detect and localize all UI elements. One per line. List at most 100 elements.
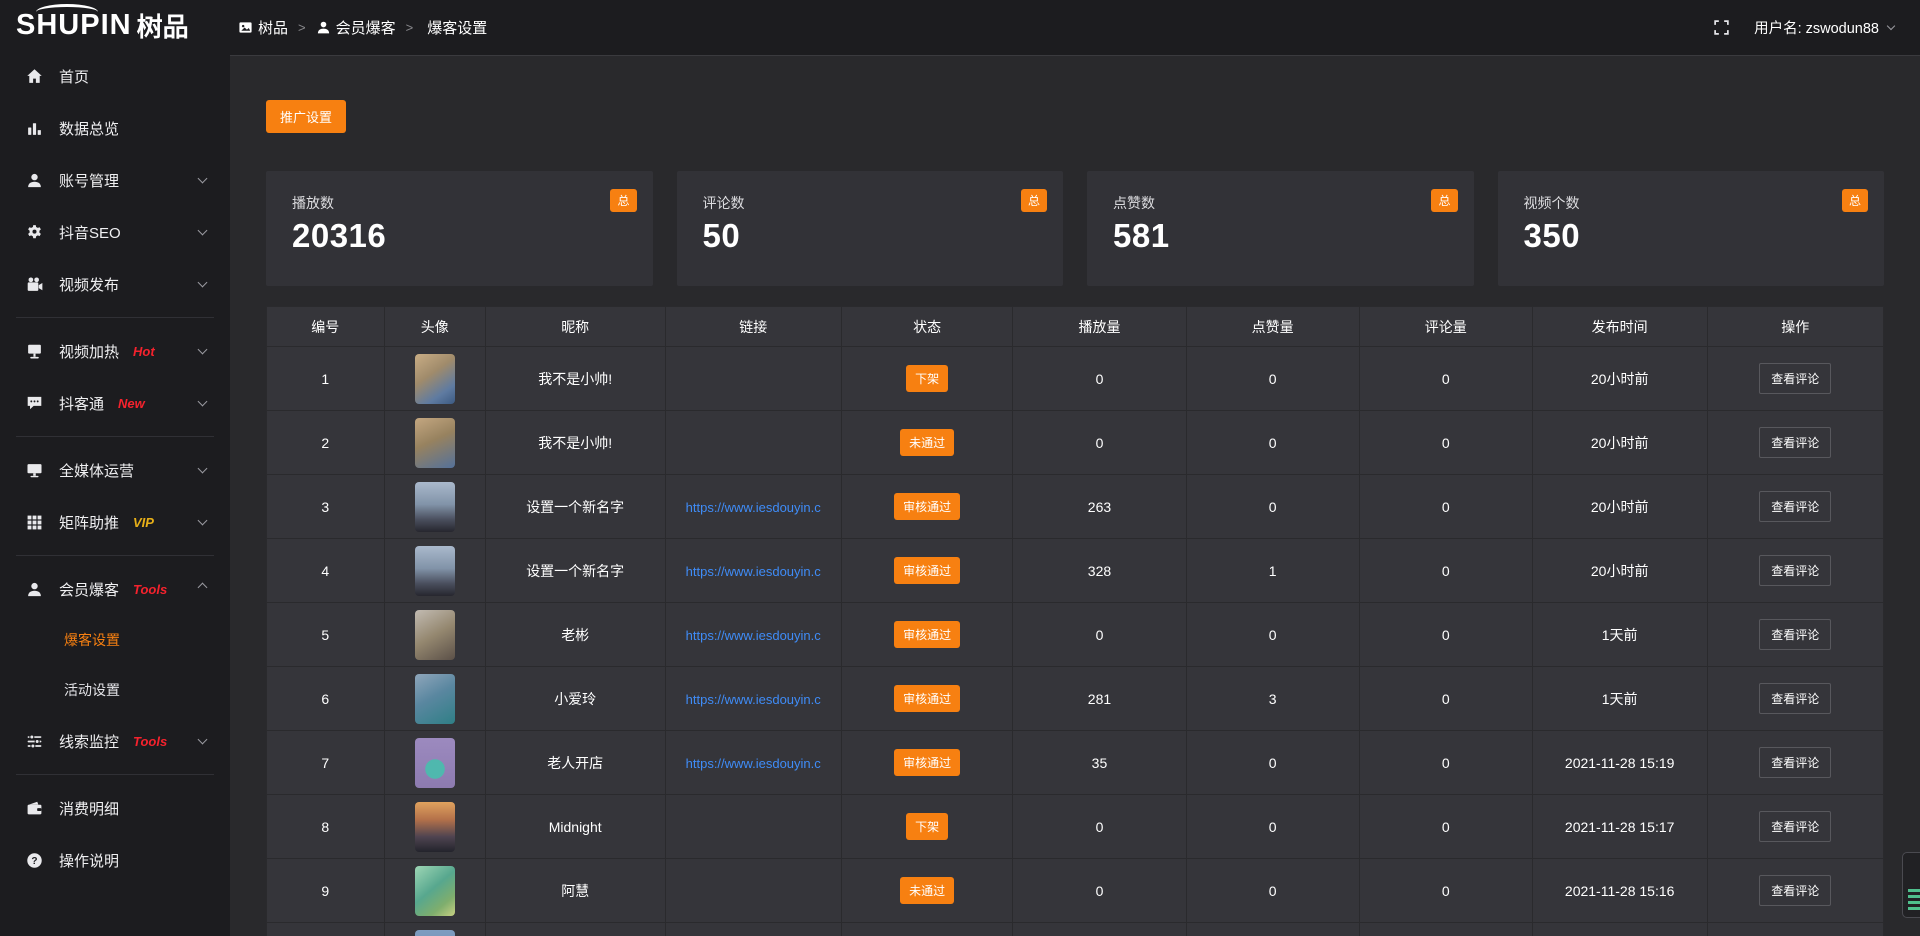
cell-publish-time: 20小时前 <box>1532 411 1707 475</box>
cell-nickname: 设置一个新名字 <box>485 475 665 539</box>
cell-plays: 0 <box>1013 603 1186 667</box>
sidebar-item-label: 线索监控 <box>59 731 119 752</box>
customer-service-widget[interactable] <box>1902 852 1920 918</box>
avatar <box>415 354 455 404</box>
table-row <box>267 923 1884 936</box>
sidebar-item-9[interactable]: 会员爆客Tools <box>0 563 230 615</box>
sidebar-subitem-9-1[interactable]: 活动设置 <box>0 665 230 715</box>
chevron-down-icon <box>198 226 208 236</box>
cell-likes <box>1186 923 1359 936</box>
cell-publish-time: 1天前 <box>1532 667 1707 731</box>
view-comments-button[interactable]: 查看评论 <box>1759 619 1831 650</box>
cell-plays: 35 <box>1013 731 1186 795</box>
col-header-link: 链接 <box>665 307 841 347</box>
cell-comments <box>1359 923 1532 936</box>
table-row: 5 老彬 https://www.iesdouyin.c 审核通过 0 0 0 … <box>267 603 1884 667</box>
breadcrumb-item-member-burst[interactable]: 会员爆客 <box>316 17 396 38</box>
cell-likes: 1 <box>1186 539 1359 603</box>
sidebar-subitem-9-0[interactable]: 爆客设置 <box>0 615 230 665</box>
view-comments-button[interactable]: 查看评论 <box>1759 875 1831 906</box>
view-comments-button[interactable]: 查看评论 <box>1759 363 1831 394</box>
status-badge: 未通过 <box>900 877 954 904</box>
topbar: 树品 > 会员爆客 > 爆客设置 用户名: zswodun88 <box>230 0 1920 56</box>
chart-icon <box>26 120 43 137</box>
cell-likes: 0 <box>1186 411 1359 475</box>
sidebar-item-0[interactable]: 首页 <box>0 50 230 102</box>
col-header-id: 编号 <box>267 307 385 347</box>
stat-card-plays: 播放数 20316 总 <box>266 171 653 286</box>
heat-board-icon <box>26 343 43 360</box>
sidebar-item-7[interactable]: 全媒体运营 <box>0 444 230 496</box>
cell-plays: 0 <box>1013 859 1186 923</box>
sidebar-item-1[interactable]: 数据总览 <box>0 102 230 154</box>
table-header-row: 编号 头像 昵称 链接 状态 播放量 点赞量 评论量 发布时间 操作 <box>267 307 1884 347</box>
view-comments-button[interactable]: 查看评论 <box>1759 747 1831 778</box>
username-label: 用户名: zswodun88 <box>1754 17 1879 38</box>
cell-likes: 3 <box>1186 667 1359 731</box>
cell-id: 4 <box>267 539 385 603</box>
video-link[interactable]: https://www.iesdouyin.c <box>686 692 821 707</box>
member-icon <box>26 581 43 598</box>
video-link[interactable]: https://www.iesdouyin.c <box>686 756 821 771</box>
total-badge: 总 <box>610 189 636 212</box>
cell-publish-time: 2021-11-28 15:19 <box>1532 731 1707 795</box>
chevron-down-icon <box>198 464 208 474</box>
sidebar-item-label: 消费明细 <box>59 798 119 819</box>
sidebar-item-label: 账号管理 <box>59 170 119 191</box>
breadcrumb-item-current: 爆客设置 <box>427 17 487 38</box>
cell-nickname <box>485 923 665 936</box>
status-badge: 未通过 <box>900 429 954 456</box>
stat-value: 350 <box>1524 217 1859 255</box>
stat-card-likes: 点赞数 581 总 <box>1087 171 1474 286</box>
stat-label: 评论数 <box>703 193 1038 213</box>
video-link[interactable]: https://www.iesdouyin.c <box>686 628 821 643</box>
chevron-down-icon <box>198 735 208 745</box>
status-badge: 审核通过 <box>894 621 960 648</box>
cell-comments: 0 <box>1359 731 1532 795</box>
view-comments-button[interactable]: 查看评论 <box>1759 427 1831 458</box>
sidebar-item-12[interactable]: ? 操作说明 <box>0 834 230 886</box>
cell-id: 3 <box>267 475 385 539</box>
data-table: 编号 头像 昵称 链接 状态 播放量 点赞量 评论量 发布时间 操作 1 我不是… <box>266 306 1884 936</box>
stat-cards: 播放数 20316 总 评论数 50 总 点赞数 581 总 视频个数 350 … <box>266 171 1884 286</box>
avatar <box>415 802 455 852</box>
sidebar-item-5[interactable]: 视频加热Hot <box>0 325 230 377</box>
view-comments-button[interactable]: 查看评论 <box>1759 683 1831 714</box>
view-comments-button[interactable]: 查看评论 <box>1759 811 1831 842</box>
table-row: 3 设置一个新名字 https://www.iesdouyin.c 审核通过 2… <box>267 475 1884 539</box>
fullscreen-icon[interactable] <box>1713 19 1730 36</box>
breadcrumb-separator: > <box>406 20 414 35</box>
col-header-publish-time: 发布时间 <box>1532 307 1707 347</box>
col-header-actions: 操作 <box>1707 307 1883 347</box>
stat-card-comments: 评论数 50 总 <box>677 171 1064 286</box>
avatar <box>415 930 455 936</box>
cell-likes: 0 <box>1186 731 1359 795</box>
video-link[interactable]: https://www.iesdouyin.c <box>686 564 821 579</box>
grid-icon <box>26 514 43 531</box>
member-icon <box>316 20 331 35</box>
video-link[interactable]: https://www.iesdouyin.c <box>686 500 821 515</box>
user-menu[interactable]: 用户名: zswodun88 <box>1754 17 1894 38</box>
sidebar-item-8[interactable]: 矩阵助推VIP <box>0 496 230 548</box>
sidebar-item-label: 操作说明 <box>59 850 119 871</box>
sidebar-item-4[interactable]: 视频发布 <box>0 258 230 310</box>
sidebar-item-10[interactable]: 线索监控Tools <box>0 715 230 767</box>
sliders-icon <box>26 733 43 750</box>
sidebar-item-tag: Hot <box>133 344 155 359</box>
table-row: 9 阿慧 未通过 0 0 0 2021-11-28 15:16 查看评论 <box>267 859 1884 923</box>
avatar <box>415 418 455 468</box>
sidebar-item-tag: New <box>118 396 145 411</box>
sidebar-item-3[interactable]: 抖音SEO <box>0 206 230 258</box>
cell-comments: 0 <box>1359 475 1532 539</box>
sidebar-item-label: 抖客通 <box>59 393 104 414</box>
sidebar-item-6[interactable]: 抖客通 New <box>0 377 230 429</box>
view-comments-button[interactable]: 查看评论 <box>1759 555 1831 586</box>
help-icon: ? <box>26 852 43 869</box>
sidebar-item-11[interactable]: 消费明细 <box>0 782 230 834</box>
cell-likes: 0 <box>1186 859 1359 923</box>
promotion-settings-button[interactable]: 推广设置 <box>266 100 346 133</box>
breadcrumb-item-app[interactable]: 树品 <box>238 17 288 38</box>
sidebar-item-2[interactable]: 账号管理 <box>0 154 230 206</box>
view-comments-button[interactable]: 查看评论 <box>1759 491 1831 522</box>
sidebar-item-label: 会员爆客 <box>59 579 119 600</box>
